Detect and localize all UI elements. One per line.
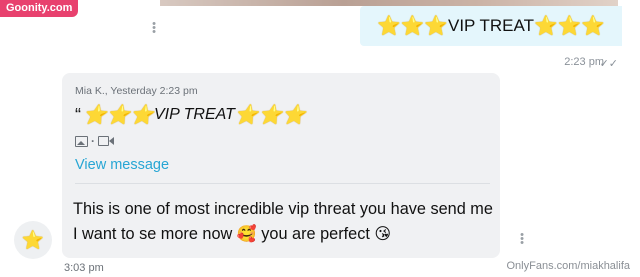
separator-dot: · xyxy=(91,134,95,148)
kiss-emoji: 😘 xyxy=(374,226,392,243)
sent-message-text: VIP TREAT xyxy=(448,16,534,35)
watermark-top: Goonity.com xyxy=(0,0,79,17)
quoted-text: VIP TREAT xyxy=(153,106,235,123)
avatar[interactable]: ⭐ xyxy=(14,221,52,259)
double-check-icon: ✓✓ xyxy=(599,58,618,70)
message-body-part2: you are perfect xyxy=(261,225,370,243)
smiling-hearts-emoji: 🥰 xyxy=(236,226,257,243)
quote-media-indicators: · xyxy=(75,134,114,148)
quote-mark: “ xyxy=(75,104,81,125)
star-avatar-icon: ⭐ xyxy=(21,229,45,250)
received-message-time: 3:03 pm xyxy=(64,262,104,274)
sent-message-bubble[interactable]: ⭐⭐⭐ VIP TREAT ⭐⭐⭐ xyxy=(360,6,622,46)
watermark-bottom: OnlyFans.com/miakhalifa xyxy=(506,260,631,272)
received-message-bubble[interactable]: Mia K., Yesterday 2:23 pm “ ⭐⭐⭐ VIP TREA… xyxy=(62,73,500,258)
sent-message-time: 2:23 pm xyxy=(564,56,604,68)
message-options-icon[interactable]: • • • xyxy=(152,19,156,38)
quote-meta: Mia K., Yesterday 2:23 pm xyxy=(75,85,198,97)
star-icons-trailing: ⭐⭐⭐ xyxy=(533,16,605,37)
video-icon xyxy=(98,136,114,146)
quote-star-icons-trailing: ⭐⭐⭐ xyxy=(234,105,306,126)
view-message-link[interactable]: View message xyxy=(75,157,169,173)
star-icons-leading: ⭐⭐⭐ xyxy=(377,16,448,37)
divider xyxy=(75,183,490,184)
quote-star-icons-leading: ⭐⭐⭐ xyxy=(83,105,154,126)
quoted-message[interactable]: “ ⭐⭐⭐ VIP TREAT ⭐⭐⭐ xyxy=(75,103,306,127)
received-message-options-icon[interactable]: • • • xyxy=(520,230,524,249)
image-icon xyxy=(75,135,88,147)
received-message-text: This is one of most incredible vip threa… xyxy=(73,197,493,247)
